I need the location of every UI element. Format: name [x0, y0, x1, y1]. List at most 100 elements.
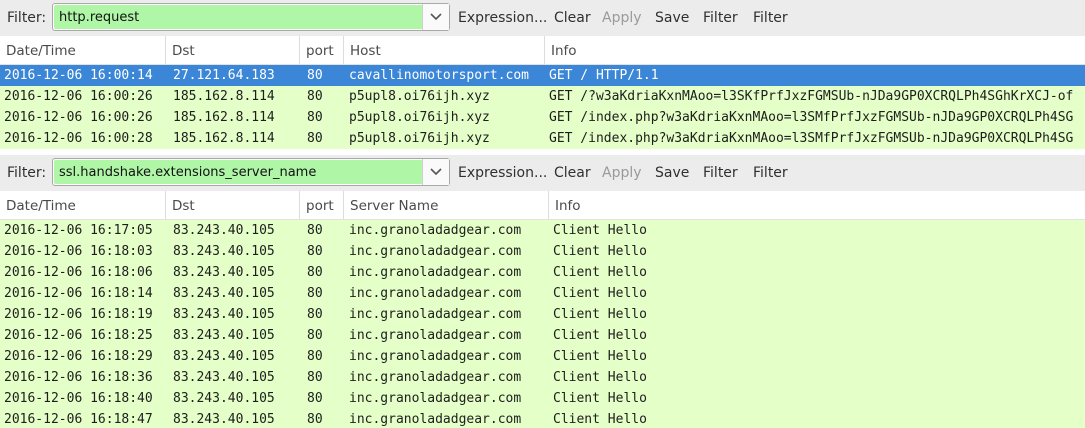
cell-port: 80 [307, 412, 323, 427]
cell-info: GET /?w3aKdriaKxnMAoo=l3SKfPrfJxzFGMSUb-… [549, 89, 1074, 104]
cell-server-name: inc.granoladadgear.com [349, 286, 522, 301]
cell-server-name: inc.granoladadgear.com [349, 391, 522, 406]
expression-button[interactable]: Expression... [458, 165, 547, 181]
cell-datetime: 2016-12-06 16:18:19 [4, 307, 153, 322]
cell-info: Client Hello [553, 349, 647, 364]
cell-port: 80 [307, 131, 323, 146]
filter-button-1[interactable]: Filter [703, 165, 738, 181]
table-row[interactable]: 2016-12-06 16:18:03 83.243.40.105 80 inc.gr… [0, 241, 1085, 262]
cell-server-name: inc.granoladadgear.com [349, 244, 522, 259]
cell-datetime: 2016-12-06 16:18:06 [4, 265, 153, 280]
cell-port: 80 [307, 391, 323, 406]
packet-list-panel-ssl: Filter: Expression... Clear Apply Save F… [0, 155, 1085, 428]
cell-datetime: 2016-12-06 16:18:36 [4, 370, 153, 385]
cell-datetime: 2016-12-06 16:00:14 [4, 68, 153, 83]
filter-button-2[interactable]: Filter [753, 10, 788, 26]
chevron-down-icon[interactable] [422, 159, 449, 185]
display-filter-input[interactable] [54, 160, 422, 184]
cell-dst: 83.243.40.105 [173, 244, 275, 259]
cell-datetime: 2016-12-06 16:18:47 [4, 412, 153, 427]
display-filter-combo[interactable] [52, 3, 450, 31]
table-row[interactable]: 2016-12-06 16:17:05 83.243.40.105 80 inc.gr… [0, 220, 1085, 241]
save-button[interactable]: Save [655, 10, 689, 26]
cell-info: Client Hello [553, 265, 647, 280]
table-row[interactable]: 2016-12-06 16:18:14 83.243.40.105 80 inc.gr… [0, 283, 1085, 304]
cell-info: Client Hello [553, 223, 647, 238]
cell-port: 80 [307, 307, 323, 322]
cell-port: 80 [307, 286, 323, 301]
table-row[interactable]: 2016-12-06 16:18:06 83.243.40.105 80 inc.gr… [0, 262, 1085, 283]
table-row[interactable]: 2016-12-06 16:18:19 83.243.40.105 80 inc.gr… [0, 304, 1085, 325]
column-header-info[interactable]: Info [549, 191, 1085, 219]
clear-button[interactable]: Clear [554, 10, 591, 26]
cell-server-name: inc.granoladadgear.com [349, 265, 522, 280]
cell-server-name: inc.granoladadgear.com [349, 349, 522, 364]
table-row[interactable]: 2016-12-06 16:00:26 185.162.8.114 80 p5upl8… [0, 107, 1085, 128]
cell-info: GET /index.php?w3aKdriaKxnMAoo=l3SMfPrfJ… [549, 131, 1074, 146]
column-header-datetime[interactable]: Date/Time [0, 191, 166, 219]
column-header-port[interactable]: port [300, 36, 344, 64]
cell-server-name: inc.granoladadgear.com [349, 412, 522, 427]
cell-port: 80 [307, 223, 323, 238]
cell-info: Client Hello [553, 244, 647, 259]
column-header-dst[interactable]: Dst [166, 191, 300, 219]
display-filter-input[interactable] [54, 5, 422, 29]
cell-host: p5upl8.oi76ijh.xyz [349, 110, 490, 125]
table-row[interactable]: 2016-12-06 16:00:26 185.162.8.114 80 p5upl8… [0, 86, 1085, 107]
column-header-dst[interactable]: Dst [166, 36, 300, 64]
table-row[interactable]: 2016-12-06 16:18:36 83.243.40.105 80 inc.gr… [0, 367, 1085, 388]
cell-datetime: 2016-12-06 16:00:28 [4, 131, 153, 146]
filter-label: Filter: [7, 10, 47, 26]
cell-port: 80 [307, 89, 323, 104]
filter-toolbar: Filter: Expression... Clear Apply Save F… [0, 155, 1085, 191]
column-header-info[interactable]: Info [545, 36, 1085, 64]
cell-datetime: 2016-12-06 16:17:05 [4, 223, 153, 238]
cell-server-name: inc.granoladadgear.com [349, 307, 522, 322]
save-button[interactable]: Save [655, 165, 689, 181]
filter-button-1[interactable]: Filter [703, 10, 738, 26]
cell-server-name: inc.granoladadgear.com [349, 223, 522, 238]
expression-button[interactable]: Expression... [458, 10, 547, 26]
cell-info: GET / HTTP/1.1 [549, 68, 659, 83]
column-header: Date/Time Dst port Server Name Info [0, 191, 1085, 220]
cell-server-name: inc.granoladadgear.com [349, 370, 522, 385]
table-row[interactable]: 2016-12-06 16:18:29 83.243.40.105 80 inc.gr… [0, 346, 1085, 367]
filter-toolbar: Filter: Expression... Clear Apply Save F… [0, 0, 1085, 36]
cell-dst: 83.243.40.105 [173, 370, 275, 385]
cell-info: Client Hello [553, 412, 647, 427]
table-row[interactable]: 2016-12-06 16:18:40 83.243.40.105 80 inc.gr… [0, 388, 1085, 409]
column-header-port[interactable]: port [300, 191, 344, 219]
chevron-down-icon[interactable] [422, 4, 449, 30]
cell-datetime: 2016-12-06 16:00:26 [4, 110, 153, 125]
cell-dst: 27.121.64.183 [173, 68, 275, 83]
cell-dst: 83.243.40.105 [173, 349, 275, 364]
cell-datetime: 2016-12-06 16:00:26 [4, 89, 153, 104]
column-header-server-name[interactable]: Server Name [344, 191, 549, 219]
column-header-datetime[interactable]: Date/Time [0, 36, 166, 64]
cell-dst: 83.243.40.105 [173, 307, 275, 322]
clear-button[interactable]: Clear [554, 165, 591, 181]
cell-dst: 185.162.8.114 [173, 89, 275, 104]
cell-dst: 83.243.40.105 [173, 412, 275, 427]
filter-button-2[interactable]: Filter [753, 165, 788, 181]
cell-port: 80 [307, 110, 323, 125]
table-row[interactable]: 2016-12-06 16:00:28 185.162.8.114 80 p5upl8… [0, 128, 1085, 149]
cell-dst: 83.243.40.105 [173, 391, 275, 406]
table-row[interactable]: 2016-12-06 16:00:14 27.121.64.183 80 cavall… [0, 65, 1085, 86]
table-row[interactable]: 2016-12-06 16:18:47 83.243.40.105 80 inc.gr… [0, 409, 1085, 428]
apply-button[interactable]: Apply [602, 10, 642, 26]
cell-dst: 185.162.8.114 [173, 110, 275, 125]
cell-info: Client Hello [553, 370, 647, 385]
filter-label: Filter: [7, 165, 47, 181]
apply-button[interactable]: Apply [602, 165, 642, 181]
packet-rows: 2016-12-06 16:00:14 27.121.64.183 80 cavall… [0, 65, 1085, 149]
cell-info: Client Hello [553, 328, 647, 343]
cell-port: 80 [307, 328, 323, 343]
cell-dst: 83.243.40.105 [173, 265, 275, 280]
cell-datetime: 2016-12-06 16:18:14 [4, 286, 153, 301]
table-row[interactable]: 2016-12-06 16:18:25 83.243.40.105 80 inc.gr… [0, 325, 1085, 346]
cell-port: 80 [307, 370, 323, 385]
display-filter-combo[interactable] [52, 158, 450, 186]
cell-port: 80 [307, 68, 323, 83]
column-header-host[interactable]: Host [344, 36, 545, 64]
